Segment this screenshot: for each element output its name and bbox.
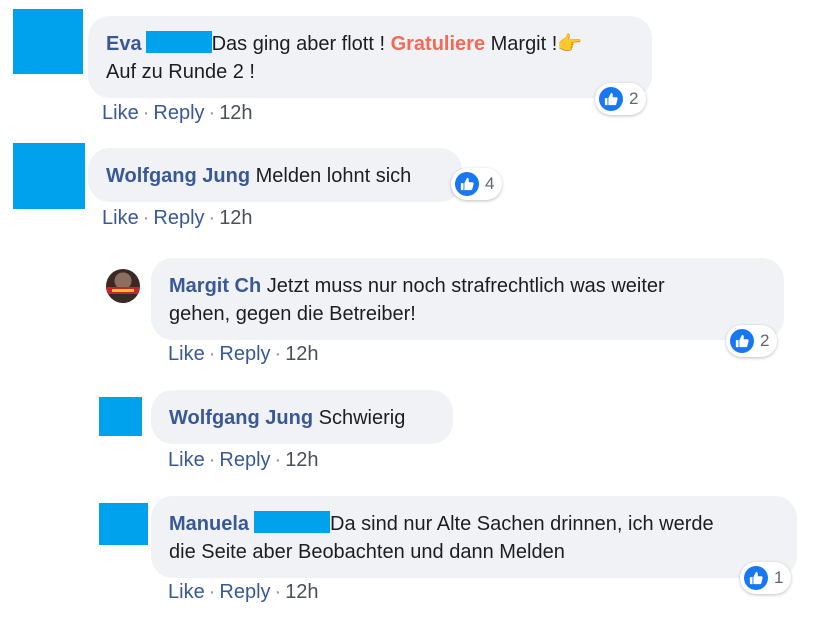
comment-bubble: Wolfgang Jung Melden lohnt sich bbox=[88, 148, 462, 202]
reaction-count[interactable]: 4 bbox=[451, 168, 503, 200]
reply-text: Schwierig bbox=[318, 407, 406, 429]
reaction-count[interactable]: 2 bbox=[595, 83, 647, 115]
timestamp[interactable]: 12h bbox=[285, 581, 318, 603]
comment-bubble: Eva Das ging aber flott ! Gratuliere Marg… bbox=[88, 16, 652, 98]
separator: · bbox=[142, 207, 150, 229]
reply-author[interactable]: Manuela bbox=[169, 513, 249, 535]
reply-link[interactable]: Reply bbox=[219, 581, 270, 603]
thumbs-up-icon bbox=[455, 172, 479, 196]
like-link[interactable]: Like bbox=[168, 343, 205, 365]
reaction-count[interactable]: 1 bbox=[740, 562, 792, 594]
reply-author[interactable]: Wolfgang Jung bbox=[169, 407, 313, 429]
reply-text: Jetzt muss nur noch strafrechtlich was w… bbox=[266, 275, 665, 297]
separator: · bbox=[274, 449, 282, 471]
reply-actions: Like · Reply · 12h bbox=[168, 343, 319, 366]
reaction-count[interactable]: 2 bbox=[726, 325, 778, 357]
like-link[interactable]: Like bbox=[168, 581, 205, 603]
separator: · bbox=[208, 449, 216, 471]
timestamp[interactable]: 12h bbox=[219, 207, 252, 229]
timestamp[interactable]: 12h bbox=[285, 343, 318, 365]
thumbs-up-icon bbox=[744, 566, 768, 590]
avatar-redacted[interactable] bbox=[99, 397, 142, 436]
separator: · bbox=[274, 343, 282, 365]
reply-text-line2: die Seite aber Beobachten und dann Melde… bbox=[169, 541, 565, 563]
reply-bubble: Manuela Da sind nur Alte Sachen drinnen, … bbox=[151, 496, 797, 578]
reaction-count-value: 4 bbox=[485, 174, 495, 193]
timestamp[interactable]: 12h bbox=[219, 102, 252, 124]
comment-author[interactable]: Wolfgang Jung bbox=[106, 165, 250, 187]
reaction-count-value: 2 bbox=[760, 331, 770, 350]
avatar-redacted[interactable] bbox=[99, 503, 148, 545]
avatar-redacted[interactable] bbox=[13, 9, 83, 74]
separator: · bbox=[208, 343, 216, 365]
highlighted-word: Gratuliere bbox=[390, 33, 486, 55]
reply-bubble: Wolfgang Jung Schwierig bbox=[151, 390, 453, 444]
pointing-hand-emoji: 👉 bbox=[557, 33, 583, 55]
separator: · bbox=[142, 102, 150, 124]
separator: · bbox=[208, 207, 216, 229]
reply-text: Da sind nur Alte Sachen drinnen, ich wer… bbox=[330, 513, 714, 535]
comment-text-end: Margit ! bbox=[485, 33, 558, 55]
comment-actions: Like · Reply · 12h bbox=[102, 207, 253, 230]
thumbs-up-icon bbox=[599, 87, 623, 111]
name-redaction bbox=[254, 511, 331, 533]
like-link[interactable]: Like bbox=[168, 449, 205, 471]
reply-bubble: Margit Ch Jetzt muss nur noch strafrecht… bbox=[151, 258, 784, 340]
avatar-redacted[interactable] bbox=[13, 143, 85, 209]
separator: · bbox=[208, 581, 216, 603]
comment-actions: Like · Reply · 12h bbox=[102, 102, 253, 125]
separator: · bbox=[208, 102, 216, 124]
comment-text-line2: Auf zu Runde 2 ! bbox=[106, 61, 255, 83]
reply-link[interactable]: Reply bbox=[153, 102, 204, 124]
reply-author[interactable]: Margit Ch bbox=[169, 275, 261, 297]
like-link[interactable]: Like bbox=[102, 207, 139, 229]
timestamp[interactable]: 12h bbox=[285, 449, 318, 471]
reaction-count-value: 1 bbox=[774, 568, 784, 587]
reaction-count-value: 2 bbox=[629, 89, 639, 108]
avatar[interactable] bbox=[106, 269, 140, 303]
thumbs-up-icon bbox=[730, 329, 754, 353]
comment-author[interactable]: Eva bbox=[106, 33, 142, 55]
like-link[interactable]: Like bbox=[102, 102, 139, 124]
comment-text: Melden lohnt sich bbox=[255, 165, 412, 187]
reply-link[interactable]: Reply bbox=[219, 449, 270, 471]
separator: · bbox=[274, 581, 282, 603]
reply-text-line2: gehen, gegen die Betreiber! bbox=[169, 303, 416, 325]
reply-link[interactable]: Reply bbox=[219, 343, 270, 365]
reply-actions: Like · Reply · 12h bbox=[168, 449, 319, 472]
reply-link[interactable]: Reply bbox=[153, 207, 204, 229]
reply-actions: Like · Reply · 12h bbox=[168, 581, 319, 604]
comment-text: Das ging aber flott ! bbox=[211, 33, 391, 55]
name-redaction bbox=[145, 31, 212, 53]
